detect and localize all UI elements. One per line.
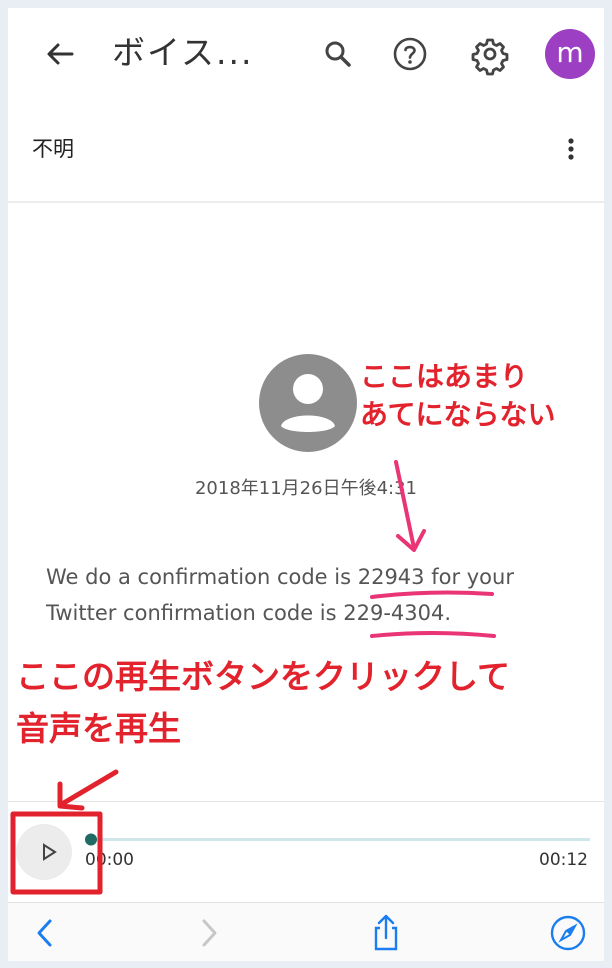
back-chevron-icon: [37, 919, 52, 947]
help-button[interactable]: [387, 31, 433, 77]
settings-button[interactable]: [467, 31, 513, 77]
caller-header: 不明: [8, 103, 604, 203]
annotation-bottom-line2: 音声を再生: [16, 709, 181, 748]
toolbar-forward-button[interactable]: [188, 913, 228, 953]
contact-avatar: [259, 354, 357, 452]
app-screen: ボイス... m 不明 2018年11月26日午後4:31 We do a co…: [8, 8, 604, 961]
annotation-top-line2: あてにならない: [360, 398, 556, 431]
back-arrow-icon: [47, 43, 74, 65]
app-bar: ボイス... m: [8, 8, 604, 98]
toolbar-share-button[interactable]: [366, 913, 406, 953]
current-time: 00:00: [85, 850, 134, 870]
toolbar-compass-button[interactable]: [548, 913, 588, 953]
toolbar-back-button[interactable]: [26, 913, 66, 953]
voicemail-transcript: We do a confirmation code is 22943 for y…: [46, 565, 514, 625]
more-vert-icon: [568, 138, 574, 160]
annotation-bottom: ここの再生ボタンをクリックして 音声を再生: [16, 651, 510, 755]
settings-icon: [471, 38, 509, 76]
annotation-top-line1: ここはあまり: [360, 360, 529, 393]
play-button[interactable]: [16, 824, 72, 880]
compass-icon: [550, 915, 586, 951]
more-options-button[interactable]: [556, 129, 586, 169]
search-button[interactable]: [315, 31, 361, 77]
share-icon: [374, 914, 398, 951]
page-title: ボイス...: [112, 33, 254, 72]
audio-player: 00:00 00:12: [8, 801, 604, 899]
play-icon: [43, 843, 57, 861]
progress-thumb[interactable]: [85, 833, 97, 846]
annotation-bottom-line1: ここの再生ボタンをクリックして: [16, 657, 511, 696]
search-icon: [325, 41, 351, 67]
back-button[interactable]: [38, 32, 82, 76]
caller-name: 不明: [32, 137, 74, 161]
progress-track: [86, 838, 590, 841]
account-avatar[interactable]: m: [545, 29, 595, 79]
person-icon: [259, 354, 357, 452]
progress-slider[interactable]: [84, 830, 594, 850]
annotation-top: ここはあまり あてにならない: [360, 358, 555, 434]
help-icon: [393, 37, 427, 71]
total-time: 00:12: [539, 850, 588, 870]
forward-chevron-icon: [202, 919, 217, 947]
message-timestamp: 2018年11月26日午後4:31: [194, 478, 418, 499]
browser-toolbar: [8, 902, 604, 961]
